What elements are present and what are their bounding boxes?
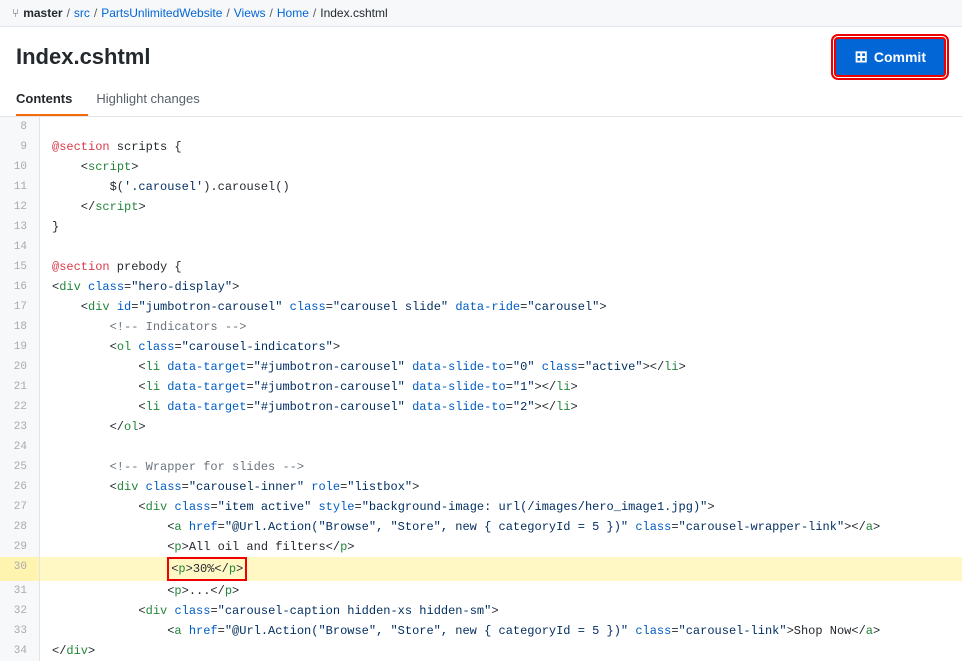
header-row: Index.cshtml ⊞ Commit [0,27,962,77]
table-row: 14 [0,237,962,257]
table-row: 33 <a href="@Url.Action("Browse", "Store… [0,621,962,641]
table-row: 17 <div id="jumbotron-carousel" class="c… [0,297,962,317]
breadcrumb-src[interactable]: src [74,6,90,20]
table-row: 9 @section scripts { [0,137,962,157]
table-row: 27 <div class="item active" style="backg… [0,497,962,517]
table-row: 24 [0,437,962,457]
table-row: 34 </div> [0,641,962,661]
table-row: 29 <p>All oil and filters</p> [0,537,962,557]
breadcrumb-sep4: / [270,6,273,20]
table-row: 19 <ol class="carousel-indicators"> [0,337,962,357]
tab-contents[interactable]: Contents [16,83,88,116]
breadcrumb-views[interactable]: Views [234,6,266,20]
commit-icon: ⊞ [854,47,867,67]
table-row: 15 @section prebody { [0,257,962,277]
breadcrumb-file: Index.cshtml [320,6,387,20]
table-row: 21 <li data-target="#jumbotron-carousel"… [0,377,962,397]
table-row: 20 <li data-target="#jumbotron-carousel"… [0,357,962,377]
table-row: 28 <a href="@Url.Action("Browse", "Store… [0,517,962,537]
table-row: 8 [0,117,962,137]
table-row: 12 </script> [0,197,962,217]
branch-icon: ⑂ [12,6,19,20]
table-row: 16 <div class="hero-display"> [0,277,962,297]
table-row: 32 <div class="carousel-caption hidden-x… [0,601,962,621]
table-row: 18 <!-- Indicators --> [0,317,962,337]
table-row: 30 <p>30%</p> [0,557,962,581]
table-row: 25 <!-- Wrapper for slides --> [0,457,962,477]
breadcrumb-parts[interactable]: PartsUnlimitedWebsite [101,6,222,20]
commit-label: Commit [874,49,926,65]
table-row: 31 <p>...</p> [0,581,962,601]
commit-button[interactable]: ⊞ Commit [834,37,946,77]
tabs-bar: Contents Highlight changes [0,83,962,117]
table-row: 11 $('.carousel').carousel() [0,177,962,197]
table-row: 13 } [0,217,962,237]
tab-highlight-changes[interactable]: Highlight changes [96,83,215,116]
breadcrumb-sep2: / [94,6,97,20]
breadcrumb-sep3: / [226,6,229,20]
code-container: 8 9 @section scripts { 10 <script> 11 $(… [0,117,962,661]
table-row: 22 <li data-target="#jumbotron-carousel"… [0,397,962,417]
branch-name[interactable]: master [23,6,62,20]
page-title: Index.cshtml [16,44,150,70]
breadcrumb-bar: ⑂ master / src / PartsUnlimitedWebsite /… [0,0,962,27]
table-row: 26 <div class="carousel-inner" role="lis… [0,477,962,497]
breadcrumb-sep1: / [67,6,70,20]
table-row: 10 <script> [0,157,962,177]
breadcrumb-home[interactable]: Home [277,6,309,20]
breadcrumb-sep5: / [313,6,316,20]
table-row: 23 </ol> [0,417,962,437]
